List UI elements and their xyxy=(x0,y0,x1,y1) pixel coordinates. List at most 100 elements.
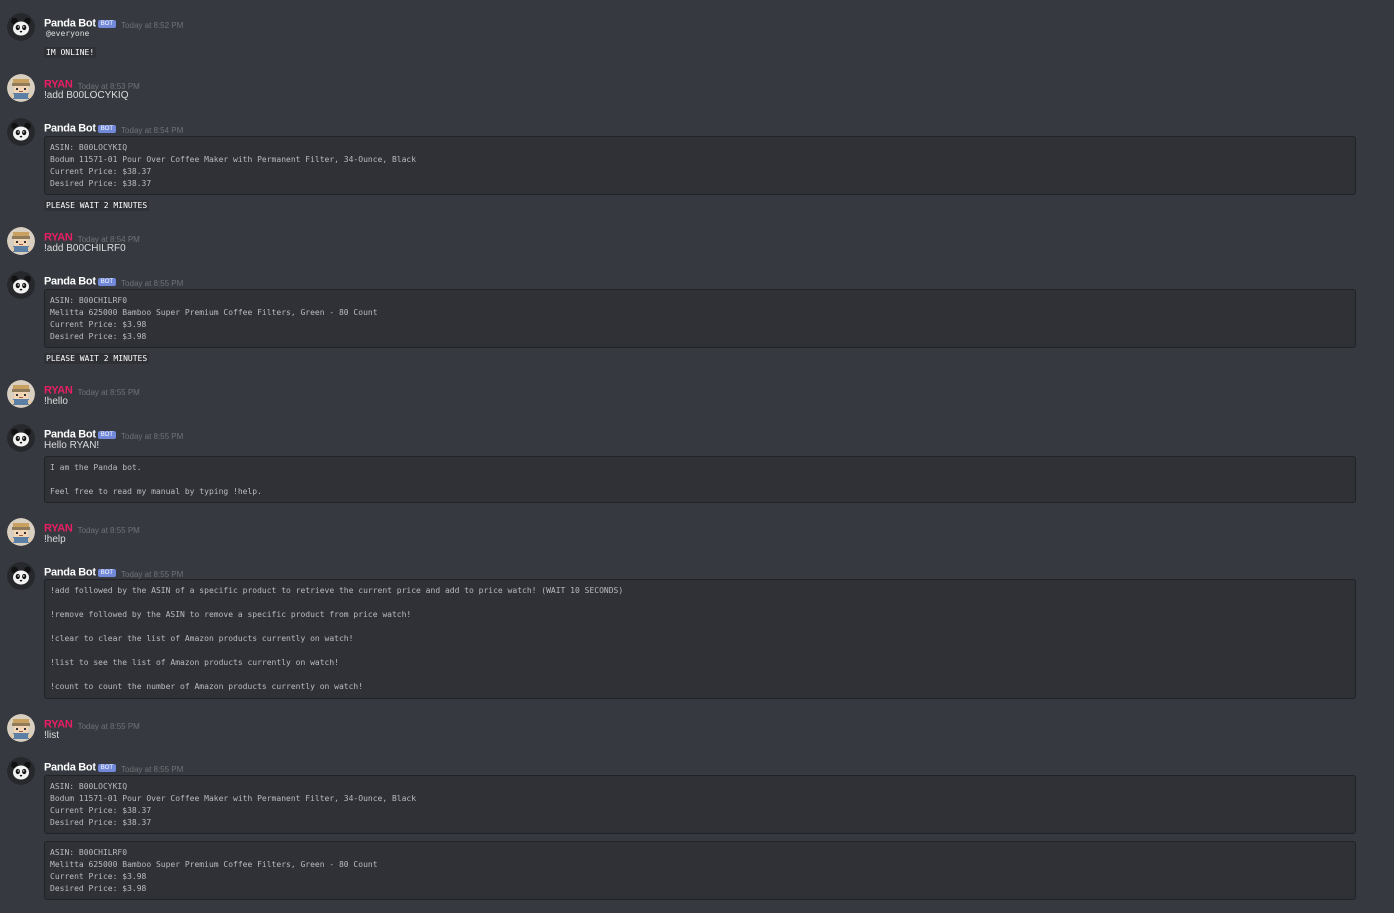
timestamp: Today at 8:55 PM xyxy=(77,388,140,397)
user-message: RYAN Today at 8:55 PM !help xyxy=(0,518,1394,546)
timestamp: Today at 8:55 PM xyxy=(121,765,184,774)
message-header: Panda Bot BOT Today at 8:55 PM xyxy=(44,562,184,580)
message-text: !hello xyxy=(44,396,68,407)
bot-tag-badge: BOT xyxy=(97,20,117,28)
code-line: Desired Price: $3.98 xyxy=(50,332,147,341)
author-name[interactable]: Panda Bot xyxy=(44,762,96,774)
code-line: ASIN: B00LOCYKIQ xyxy=(50,782,128,791)
code-line: Melitta 625000 Bamboo Super Premium Coff… xyxy=(50,308,378,317)
author-name[interactable]: Panda Bot xyxy=(44,276,96,288)
user-message: RYAN Today at 8:55 PM !hello xyxy=(0,380,1394,408)
pixel-character-icon xyxy=(7,518,35,546)
user-message: RYAN Today at 8:54 PM !add B00CHILRF0 xyxy=(0,227,1394,255)
timestamp: Today at 8:55 PM xyxy=(121,570,184,579)
message-text: !help xyxy=(44,534,66,545)
timestamp: Today at 8:55 PM xyxy=(77,526,140,535)
avatar[interactable] xyxy=(7,518,35,546)
user-message: RYAN Today at 8:55 PM !list xyxy=(0,714,1394,742)
timestamp: Today at 8:55 PM xyxy=(121,279,184,288)
pixel-character-icon xyxy=(7,714,35,742)
panda-icon xyxy=(7,562,35,590)
message-text: !list xyxy=(44,730,59,741)
code-block: ASIN: B00CHILRF0 Melitta 625000 Bamboo Su… xyxy=(44,841,1356,900)
code-line: !add followed by the ASIN of a specific … xyxy=(50,586,624,595)
avatar[interactable] xyxy=(7,271,35,299)
code-line: Current Price: $38.37 xyxy=(50,167,152,176)
code-line: !list to see the list of Amazon products… xyxy=(50,658,339,667)
code-line: Desired Price: $38.37 xyxy=(50,818,152,827)
author-name[interactable]: Panda Bot xyxy=(44,567,96,579)
author-name[interactable]: Panda Bot xyxy=(44,123,96,135)
panda-icon xyxy=(7,118,35,146)
bot-message: Panda Bot BOT Today at 8:54 PM ASIN: B00LOC… xyxy=(0,118,1394,211)
bot-tag-badge: BOT xyxy=(97,764,117,772)
user-message: RYAN Today at 8:53 PM !add B00LOCYKIQ xyxy=(0,74,1394,102)
inline-code: IM ONLINE! xyxy=(44,47,97,58)
avatar[interactable] xyxy=(7,424,35,452)
avatar[interactable] xyxy=(7,757,35,785)
code-line: Current Price: $38.37 xyxy=(50,806,152,815)
panda-icon xyxy=(7,757,35,785)
code-line: Desired Price: $3.98 xyxy=(50,884,147,893)
message-header: RYAN Today at 8:53 PM xyxy=(44,74,140,92)
panda-icon xyxy=(7,424,35,452)
bot-message: Panda Bot BOT Today at 8:55 PM Hello RYAN! I… xyxy=(0,424,1394,503)
timestamp: Today at 8:54 PM xyxy=(121,126,184,135)
avatar[interactable] xyxy=(7,13,35,41)
code-line: ASIN: B00CHILRF0 xyxy=(50,848,128,857)
pixel-character-icon xyxy=(7,227,35,255)
avatar[interactable] xyxy=(7,74,35,102)
timestamp: Today at 8:55 PM xyxy=(77,722,140,731)
panda-icon xyxy=(7,271,35,299)
code-block: ASIN: B00LOCYKIQ Bodum 11571-01 Pour Over… xyxy=(44,136,1356,195)
code-line: Current Price: $3.98 xyxy=(50,872,147,881)
bot-tag-badge: BOT xyxy=(97,278,117,286)
bot-message: Panda Bot BOT Today at 8:55 PM ASIN: B00LOC… xyxy=(0,757,1394,900)
pixel-character-icon xyxy=(7,74,35,102)
avatar[interactable] xyxy=(7,714,35,742)
code-line: Current Price: $3.98 xyxy=(50,320,147,329)
chat-message-list[interactable]: Panda Bot BOT Today at 8:52 PM @everyone IM … xyxy=(0,0,1394,913)
code-block: ASIN: B00CHILRF0 Melitta 625000 Bamboo Su… xyxy=(44,289,1356,348)
avatar[interactable] xyxy=(7,118,35,146)
message-header: Panda Bot BOT Today at 8:52 PM xyxy=(44,13,184,31)
timestamp: Today at 8:55 PM xyxy=(121,432,184,441)
bot-tag-badge: BOT xyxy=(97,569,117,577)
code-line: Bodum 11571-01 Pour Over Coffee Maker wi… xyxy=(50,155,417,164)
message-header: Panda Bot BOT Today at 8:55 PM xyxy=(44,424,184,442)
code-block: I am the Panda bot. Feel free to read my… xyxy=(44,456,1356,503)
timestamp: Today at 8:52 PM xyxy=(121,21,184,30)
mention-everyone[interactable]: @everyone xyxy=(46,28,89,39)
avatar[interactable] xyxy=(7,562,35,590)
code-line: ASIN: B00CHILRF0 xyxy=(50,296,128,305)
message-header: RYAN Today at 8:54 PM xyxy=(44,227,140,245)
bot-message: Panda Bot BOT Today at 8:55 PM ASIN: B00CHI… xyxy=(0,271,1394,364)
code-block: !add followed by the ASIN of a specific … xyxy=(44,579,1356,699)
code-line: !clear to clear the list of Amazon produ… xyxy=(50,634,354,643)
code-block: ASIN: B00LOCYKIQ Bodum 11571-01 Pour Over… xyxy=(44,775,1356,834)
bot-tag-badge: BOT xyxy=(97,125,117,133)
avatar[interactable] xyxy=(7,227,35,255)
pixel-character-icon xyxy=(7,380,35,408)
code-line: Desired Price: $38.37 xyxy=(50,179,152,188)
code-line: Melitta 625000 Bamboo Super Premium Coff… xyxy=(50,860,378,869)
message-text: !add B00LOCYKIQ xyxy=(44,90,129,101)
message-text: Hello RYAN! xyxy=(44,440,100,451)
message-header: RYAN Today at 8:55 PM xyxy=(44,714,140,732)
code-line: I am the Panda bot. xyxy=(50,463,142,472)
code-line: Feel free to read my manual by typing !h… xyxy=(50,487,262,496)
message-header: RYAN Today at 8:55 PM xyxy=(44,380,140,398)
code-line: Bodum 11571-01 Pour Over Coffee Maker wi… xyxy=(50,794,417,803)
message-header: RYAN Today at 8:55 PM xyxy=(44,518,140,536)
message-header: Panda Bot BOT Today at 8:55 PM xyxy=(44,757,184,775)
inline-code: PLEASE WAIT 2 MINUTES xyxy=(44,353,150,364)
code-line: !remove followed by the ASIN to remove a… xyxy=(50,610,412,619)
bot-tag-badge: BOT xyxy=(97,431,117,439)
message-text: !add B00CHILRF0 xyxy=(44,243,126,254)
avatar[interactable] xyxy=(7,380,35,408)
message-header: Panda Bot BOT Today at 8:55 PM xyxy=(44,271,184,289)
message-header: Panda Bot BOT Today at 8:54 PM xyxy=(44,118,184,136)
